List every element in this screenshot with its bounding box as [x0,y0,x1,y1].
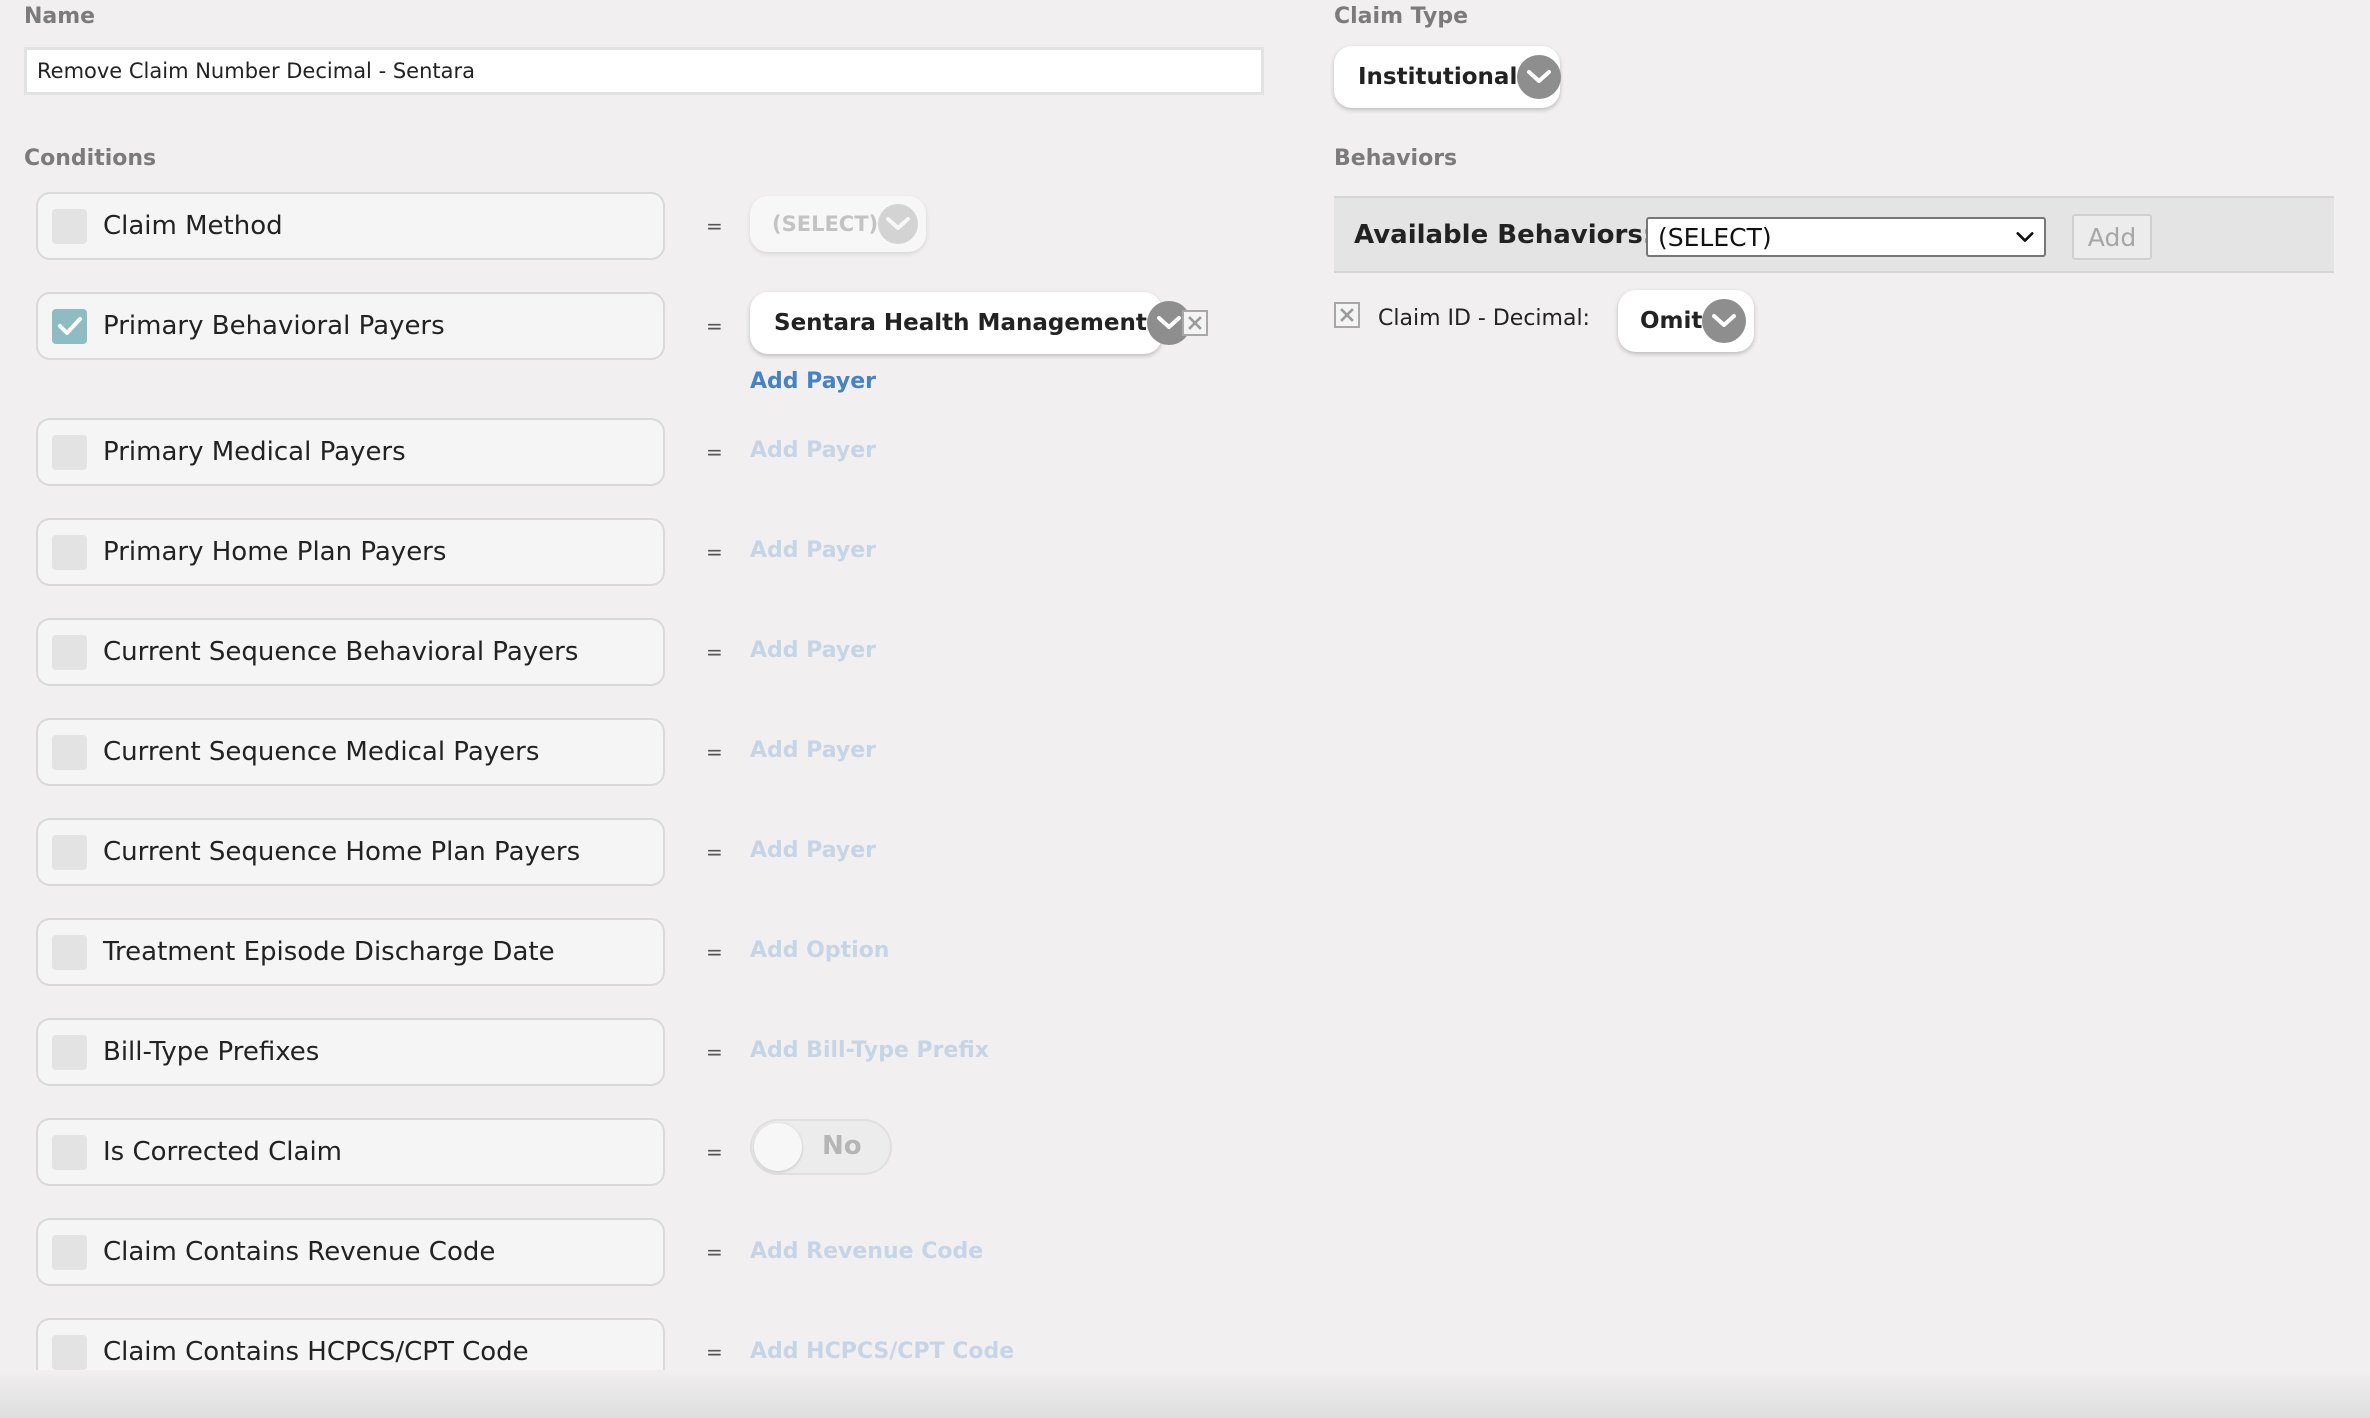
claim-type-select[interactable]: Institutional [1334,46,1562,108]
condition-checkbox[interactable] [52,1334,87,1370]
add-revenue-code-link[interactable]: Add Revenue Code [750,1239,983,1264]
add-behavior-button[interactable]: Add [2072,214,2152,260]
behavior-value: Omit [1640,308,1703,334]
condition-is-corrected-claim[interactable]: Is Corrected Claim [36,1118,665,1186]
equals-sign: = [706,840,723,864]
claim-type-label: Claim Type [1334,4,1469,29]
condition-claim-method[interactable]: Claim Method [36,192,665,260]
condition-primary-behavioral-payers[interactable]: Primary Behavioral Payers [36,292,665,360]
equals-sign: = [706,440,723,464]
add-hcpcs-cpt-code-link[interactable]: Add HCPCS/CPT Code [750,1339,1014,1364]
close-box-icon [1340,308,1354,322]
add-payer-link[interactable]: Add Payer [750,369,876,394]
condition-label: Claim Method [103,211,283,241]
condition-label: Primary Medical Payers [103,437,406,467]
condition-primary-medical-payers[interactable]: Primary Medical Payers [36,418,665,486]
equals-sign: = [706,540,723,564]
condition-checkbox[interactable] [52,734,87,770]
add-payer-link[interactable]: Add Payer [750,738,876,763]
toggle-knob [754,1123,802,1171]
equals-sign: = [706,640,723,664]
condition-checkbox[interactable] [52,308,87,344]
equals-sign: = [706,214,723,238]
condition-label: Current Sequence Medical Payers [103,737,540,767]
chevron-down-icon [878,204,919,244]
payer-value: Sentara Health Management [774,310,1147,336]
condition-label: Claim Contains HCPCS/CPT Code [103,1337,529,1367]
bottom-scroll-fade [0,1370,2370,1418]
chevron-down-icon [2016,232,2034,242]
behavior-value-select[interactable]: Omit [1618,290,1754,352]
condition-bill-type-prefixes[interactable]: Bill-Type Prefixes [36,1018,665,1086]
condition-label: Bill-Type Prefixes [103,1037,320,1067]
check-icon [57,317,82,335]
available-behaviors-value: (SELECT) [1658,222,1772,252]
condition-checkbox[interactable] [52,534,87,570]
condition-label: Current Sequence Behavioral Payers [103,637,579,667]
condition-checkbox[interactable] [52,934,87,970]
name-input[interactable] [24,47,1264,95]
condition-checkbox[interactable] [52,634,87,670]
payer-select[interactable]: Sentara Health Management [750,292,1191,354]
claim-method-value: (SELECT) [772,212,879,236]
condition-checkbox[interactable] [52,1234,87,1270]
condition-primary-home-plan-payers[interactable]: Primary Home Plan Payers [36,518,665,586]
condition-label: Treatment Episode Discharge Date [103,937,555,967]
remove-behavior-button[interactable] [1334,302,1360,328]
condition-checkbox[interactable] [52,1134,87,1170]
claim-type-value: Institutional [1358,64,1518,90]
conditions-label: Conditions [24,146,157,171]
condition-claim-contains-revenue-code[interactable]: Claim Contains Revenue Code [36,1218,665,1286]
condition-checkbox[interactable] [52,208,87,244]
available-behaviors-select[interactable]: (SELECT) [1646,217,2046,257]
condition-label: Primary Behavioral Payers [103,311,445,341]
add-payer-link[interactable]: Add Payer [750,638,876,663]
condition-label: Primary Home Plan Payers [103,537,447,567]
add-payer-link[interactable]: Add Payer [750,838,876,863]
add-option-link[interactable]: Add Option [750,938,889,963]
condition-checkbox[interactable] [52,834,87,870]
close-box-icon [1188,316,1202,330]
behavior-label: Claim ID - Decimal: [1378,306,1590,331]
corrected-claim-toggle[interactable]: No [750,1119,892,1175]
chevron-down-icon [1702,299,1747,343]
condition-current-sequence-home-plan-payers[interactable]: Current Sequence Home Plan Payers [36,818,665,886]
chevron-down-icon [1517,55,1562,99]
add-payer-link[interactable]: Add Payer [750,438,876,463]
available-behaviors-label: Available Behaviors: [1354,220,1654,250]
equals-sign: = [706,740,723,764]
equals-sign: = [706,1140,723,1164]
condition-label: Current Sequence Home Plan Payers [103,837,581,867]
condition-current-sequence-medical-payers[interactable]: Current Sequence Medical Payers [36,718,665,786]
condition-current-sequence-behavioral-payers[interactable]: Current Sequence Behavioral Payers [36,618,665,686]
add-bill-type-prefix-link[interactable]: Add Bill-Type Prefix [750,1038,989,1063]
toggle-label: No [822,1131,862,1161]
equals-sign: = [706,940,723,964]
name-label: Name [24,4,96,29]
condition-checkbox[interactable] [52,434,87,470]
condition-label: Is Corrected Claim [103,1137,343,1167]
claim-method-select[interactable]: (SELECT) [750,196,926,252]
equals-sign: = [706,1340,723,1364]
equals-sign: = [706,1240,723,1264]
condition-treatment-episode-discharge-date[interactable]: Treatment Episode Discharge Date [36,918,665,986]
add-payer-link[interactable]: Add Payer [750,538,876,563]
equals-sign: = [706,314,723,338]
equals-sign: = [706,1040,723,1064]
condition-checkbox[interactable] [52,1034,87,1070]
behaviors-label: Behaviors [1334,146,1458,171]
condition-label: Claim Contains Revenue Code [103,1237,496,1267]
remove-payer-button[interactable] [1182,310,1208,336]
